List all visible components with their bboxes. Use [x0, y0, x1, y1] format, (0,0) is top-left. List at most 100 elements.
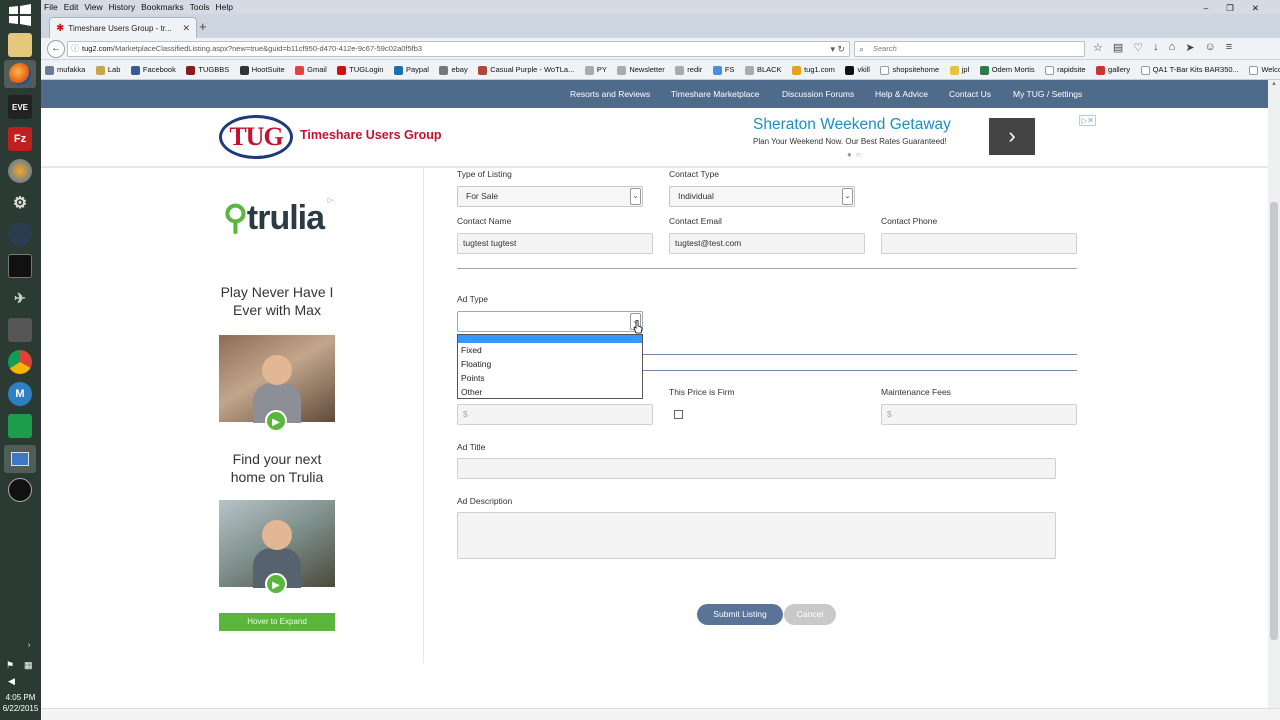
jet-icon[interactable]: ✈ [8, 286, 32, 310]
menu-bookmarks[interactable]: Bookmarks [138, 0, 187, 14]
tank-icon[interactable] [8, 318, 32, 342]
ad-type-option-blank[interactable] [458, 335, 642, 343]
nav-contact-us[interactable]: Contact Us [949, 80, 991, 108]
tray-expand-icon[interactable]: › [28, 642, 30, 649]
menu-view[interactable]: View [81, 0, 105, 14]
ad-title-field[interactable] [457, 458, 1056, 479]
menu-help[interactable]: Help [212, 0, 235, 14]
bookmark-item[interactable]: rapidsite [1045, 60, 1086, 79]
contact-email-field[interactable]: tugtest@test.com [669, 233, 865, 254]
bookmark-item[interactable]: shopsitehome [880, 60, 939, 79]
play-icon[interactable]: ▶ [265, 410, 287, 432]
chrome-icon[interactable] [8, 350, 32, 374]
new-tab-icon[interactable]: + [199, 19, 207, 34]
url-bar[interactable]: ⓘ tug2.com/MarketplaceClassifiedListing.… [67, 41, 850, 57]
settings-icon[interactable]: ⚙ [8, 191, 32, 215]
bookmark-item[interactable]: PY [584, 60, 607, 79]
bookmark-item[interactable]: Lab [95, 60, 120, 79]
hamburger-menu-icon[interactable]: ≡ [1226, 41, 1232, 54]
banner-ad-title[interactable]: Sheraton Weekend Getaway [753, 116, 951, 134]
cancel-button[interactable]: Cancel [784, 604, 836, 625]
ad-type-select[interactable]: ⌄ [457, 311, 643, 332]
page-scrollbar[interactable]: ▲ [1268, 80, 1280, 708]
bookmark-item[interactable]: ebay [439, 60, 468, 79]
ad-type-option-points[interactable]: Points [458, 371, 642, 385]
nav-my-tug-settings[interactable]: My TUG / Settings [1013, 80, 1082, 108]
nav-timeshare-marketplace[interactable]: Timeshare Marketplace [671, 80, 760, 108]
filezilla-icon[interactable]: Fz [8, 127, 32, 151]
bookmark-item[interactable]: Facebook [130, 60, 176, 79]
volume-icon[interactable]: ◀ [8, 676, 15, 687]
scroll-up-icon[interactable]: ▲ [1271, 81, 1277, 87]
ad-type-option-fixed[interactable]: Fixed [458, 343, 642, 357]
minimize-icon[interactable]: – [1201, 1, 1224, 15]
calculator-icon[interactable] [8, 414, 32, 438]
contact-phone-field[interactable] [881, 233, 1077, 254]
home-icon[interactable]: ⌂ [1169, 41, 1176, 54]
blender-icon[interactable] [8, 159, 32, 183]
file-explorer-icon[interactable] [8, 33, 32, 57]
windows-start-icon[interactable] [8, 4, 32, 26]
tug-logo[interactable]: TUG [219, 115, 293, 159]
ad-description-textarea[interactable] [457, 512, 1056, 559]
ad-video-thumbnail[interactable]: ▶ [219, 500, 335, 595]
play-icon[interactable]: ▶ [265, 573, 287, 595]
bookmark-item[interactable]: Welcome To EFTPS - E... [1249, 60, 1280, 79]
m-app-icon[interactable]: M [8, 382, 32, 406]
bookmark-item[interactable]: BLACK [744, 60, 782, 79]
network-icon[interactable]: ▦ [24, 660, 33, 671]
bookmark-item[interactable]: TUGLogin [337, 60, 383, 79]
nav-help-advice[interactable]: Help & Advice [875, 80, 928, 108]
browser-tab-active[interactable]: ✱ Timeshare Users Group - tr... ✕ [49, 17, 197, 38]
remote-desktop-icon[interactable] [4, 445, 36, 473]
bookmark-item[interactable]: jpl [949, 60, 969, 79]
ad-type-option-floating[interactable]: Floating [458, 357, 642, 371]
pocket-icon[interactable]: ♡ [1133, 41, 1143, 54]
terminal-icon[interactable] [8, 254, 32, 278]
obs-icon[interactable] [8, 478, 32, 502]
chat-icon[interactable]: ☺ [1205, 41, 1216, 54]
ad-type-option-other[interactable]: Other [458, 385, 642, 399]
menu-file[interactable]: File [41, 0, 61, 14]
trulia-side-ad[interactable]: ▷ ⚲trulia Play Never Have I Ever with Ma… [219, 194, 335, 631]
steam-icon[interactable] [8, 222, 32, 246]
bookmark-star-icon[interactable]: ☆ [1093, 41, 1103, 54]
menu-tools[interactable]: Tools [187, 0, 213, 14]
firefox-icon[interactable] [4, 60, 36, 88]
price-field[interactable]: $ [457, 404, 653, 425]
bookmark-item[interactable]: TUGBBS [186, 60, 229, 79]
bookmark-item[interactable]: Paypal [393, 60, 429, 79]
banner-carousel-dots[interactable]: ●○ [847, 150, 865, 159]
bookmark-item[interactable]: HootSuite [239, 60, 285, 79]
send-icon[interactable]: ➤ [1185, 41, 1194, 54]
reading-list-icon[interactable]: ▤ [1113, 41, 1123, 54]
site-name[interactable]: Timeshare Users Group [300, 128, 442, 142]
bookmark-item[interactable]: FS [712, 60, 734, 79]
reload-icon[interactable]: ▾ ↻ [830, 42, 845, 56]
submit-listing-button[interactable]: Submit Listing [697, 604, 783, 625]
contact-name-field[interactable]: tugtest tugtest [457, 233, 653, 254]
bookmark-item[interactable]: vkill [845, 60, 870, 79]
bookmark-item[interactable]: Casual Purple - WoTLa... [478, 60, 574, 79]
ad-video-thumbnail[interactable]: ▶ [219, 335, 335, 432]
close-tab-icon[interactable]: ✕ [182, 23, 190, 34]
downloads-icon[interactable]: ↓ [1153, 41, 1159, 54]
menu-history[interactable]: History [106, 0, 138, 14]
bookmark-item[interactable]: Gmail [295, 60, 327, 79]
back-arrow-icon[interactable]: ← [47, 40, 65, 58]
bookmark-item[interactable]: Newsletter [617, 60, 665, 79]
bookmark-item[interactable]: QA1 T-Bar Kits BAR350... [1140, 60, 1239, 79]
contact-type-select[interactable]: Individual ⌄ [669, 186, 855, 207]
maintenance-fees-field[interactable]: $ [881, 404, 1077, 425]
restore-icon[interactable]: ❐ [1223, 1, 1249, 15]
bookmark-item[interactable]: mufakka [45, 60, 85, 79]
menu-edit[interactable]: Edit [61, 0, 82, 14]
nav-resorts-reviews[interactable]: Resorts and Reviews [570, 80, 650, 108]
bookmark-item[interactable]: Odem Mortis [979, 60, 1035, 79]
bookmark-item[interactable]: tug1.com [792, 60, 835, 79]
search-input[interactable]: ⌕ Search [854, 41, 1085, 57]
eve-icon[interactable]: EVE [8, 95, 32, 119]
banner-ad[interactable]: Sheraton Weekend Getaway Plan Your Weeke… [753, 115, 1096, 163]
hover-to-expand-button[interactable]: Hover to Expand [219, 613, 335, 631]
adchoices-icon[interactable]: ▷ [328, 196, 333, 204]
